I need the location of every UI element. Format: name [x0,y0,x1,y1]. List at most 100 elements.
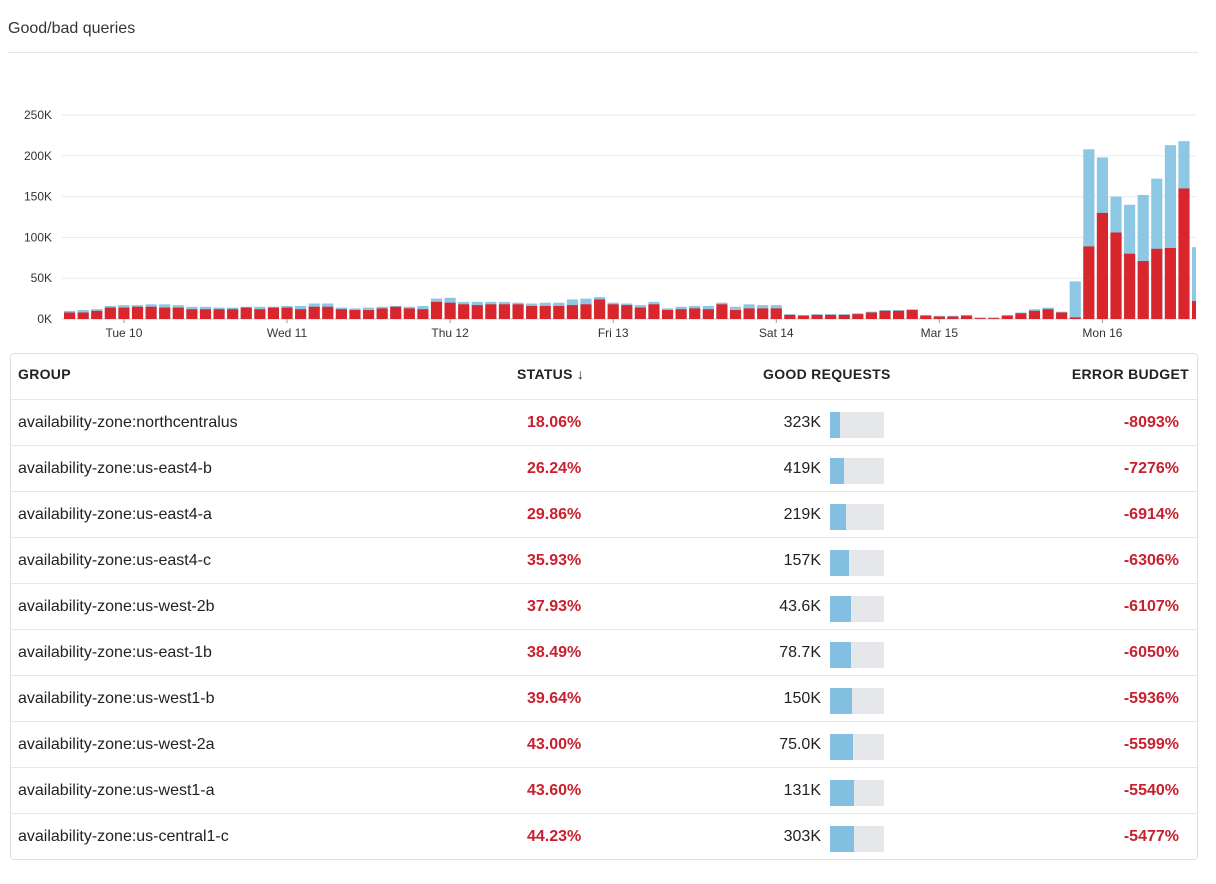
bar-bad[interactable] [1178,188,1190,319]
bar-bad[interactable] [444,302,456,319]
bar-bad[interactable] [512,304,524,319]
table-row[interactable]: availability-zone:northcentralus 18.06% 32… [11,400,1197,446]
bar-bad[interactable] [1056,312,1068,319]
bar-bad[interactable] [349,310,361,319]
bar-bad[interactable] [947,316,959,319]
bar-bad[interactable] [729,310,742,319]
bar-bad[interactable] [91,310,103,319]
bar-bad[interactable] [240,307,252,319]
bar-bad[interactable] [920,315,932,319]
bar-bad[interactable] [430,301,443,319]
bar-bad[interactable] [1151,248,1163,319]
bar-bad[interactable] [186,309,198,319]
column-header-group[interactable]: GROUP [18,366,71,382]
table-row[interactable]: availability-zone:us-west-2b 37.93% 43.6K -… [11,584,1197,630]
bar-bad[interactable] [797,315,810,319]
bar-bad[interactable] [199,309,212,319]
bar-bad[interactable] [145,306,157,319]
bar-bad[interactable] [566,305,578,319]
bar-bad[interactable] [879,310,891,319]
table-row[interactable]: availability-zone:us-central1-c 44.23% 303… [11,814,1197,859]
bar-bad[interactable] [390,306,402,319]
bar-bad[interactable] [376,308,388,319]
bar-bad[interactable] [838,314,850,319]
bar-bad[interactable] [1001,315,1013,319]
bar-bad[interactable] [322,306,334,319]
bar-bad[interactable] [1137,261,1149,319]
bar-bad[interactable] [1042,309,1054,319]
bar-bad[interactable] [1096,212,1109,319]
bar-bad[interactable] [362,310,375,319]
bar-bad[interactable] [906,310,918,319]
bar-bad[interactable] [974,318,986,319]
bar-bad[interactable] [485,304,497,319]
bar-bad[interactable] [893,310,905,319]
bar-bad[interactable] [933,316,945,319]
table-row[interactable]: availability-zone:us-east4-b 26.24% 419K -7… [11,446,1197,492]
bar-bad[interactable] [159,307,171,319]
bar-bad[interactable] [1124,253,1136,319]
table-row[interactable]: availability-zone:us-west-2a 43.00% 75.0K -… [11,722,1197,768]
bar-bad[interactable] [634,307,646,319]
bar-bad[interactable] [403,308,415,319]
bar-bad[interactable] [267,307,279,319]
bar-bad[interactable] [254,309,266,319]
column-header-good-requests[interactable]: GOOD REQUESTS [763,366,891,382]
bar-bad[interactable] [539,305,551,319]
bar-bad[interactable] [1164,248,1176,319]
bar-bad[interactable] [281,307,293,319]
bar-bad[interactable] [675,309,687,319]
bar-bad[interactable] [118,307,130,319]
bar-bad[interactable] [308,306,320,319]
bar-bad[interactable] [417,309,429,319]
bar-bad[interactable] [1110,232,1122,319]
bar-bad[interactable] [988,318,1000,319]
title-divider [8,52,1198,53]
bar-bad[interactable] [1083,246,1095,319]
bar-bad[interactable] [498,304,511,319]
bar-bad[interactable] [1192,301,1196,319]
bar-bad[interactable] [648,304,660,319]
table-row[interactable]: availability-zone:us-east-1b 38.49% 78.7K -… [11,630,1197,676]
bar-bad[interactable] [64,312,76,319]
bar-bad[interactable] [131,306,144,319]
bar-bad[interactable] [743,308,755,319]
column-header-error-budget[interactable]: ERROR BUDGET [1072,366,1189,382]
bar-bad[interactable] [172,307,184,319]
bar-bad[interactable] [960,315,973,319]
bar-bad[interactable] [689,308,701,319]
bar-bad[interactable] [770,308,782,319]
table-row[interactable]: availability-zone:us-west1-b 39.64% 150K -5… [11,676,1197,722]
bar-bad[interactable] [621,305,633,319]
bar-bad[interactable] [594,299,606,319]
bar-bad[interactable] [865,312,877,319]
bar-bad[interactable] [295,309,307,319]
bar-bad[interactable] [757,308,769,319]
bar-bad[interactable] [1015,313,1027,319]
bar-bad[interactable] [607,304,619,319]
bar-bad[interactable] [458,304,470,319]
bar-bad[interactable] [104,307,116,319]
bar-bad[interactable] [227,309,239,319]
bar-bad[interactable] [811,314,823,319]
table-row[interactable]: availability-zone:us-east4-a 29.86% 219K -6… [11,492,1197,538]
table-row[interactable]: availability-zone:us-east4-c 35.93% 157K -6… [11,538,1197,584]
bar-bad[interactable] [77,312,89,319]
bar-bad[interactable] [716,304,728,319]
bar-bad[interactable] [213,309,225,319]
bar-bad[interactable] [784,314,796,319]
bar-bad[interactable] [661,310,674,319]
bar-bad[interactable] [335,309,347,319]
bar-bad[interactable] [580,304,592,319]
bar-bad[interactable] [852,314,864,319]
column-header-status[interactable]: STATUS ↓ [517,366,584,382]
bar-bad[interactable] [825,314,837,319]
bar-good[interactable] [1069,281,1081,319]
bar-bad[interactable] [702,309,714,319]
bar-bad[interactable] [526,305,538,319]
bar-bad[interactable] [553,305,565,319]
bar-bad[interactable] [1069,317,1081,319]
bar-bad[interactable] [471,305,483,319]
table-row[interactable]: availability-zone:us-west1-a 43.60% 131K -5… [11,768,1197,814]
bar-bad[interactable] [1028,310,1041,319]
